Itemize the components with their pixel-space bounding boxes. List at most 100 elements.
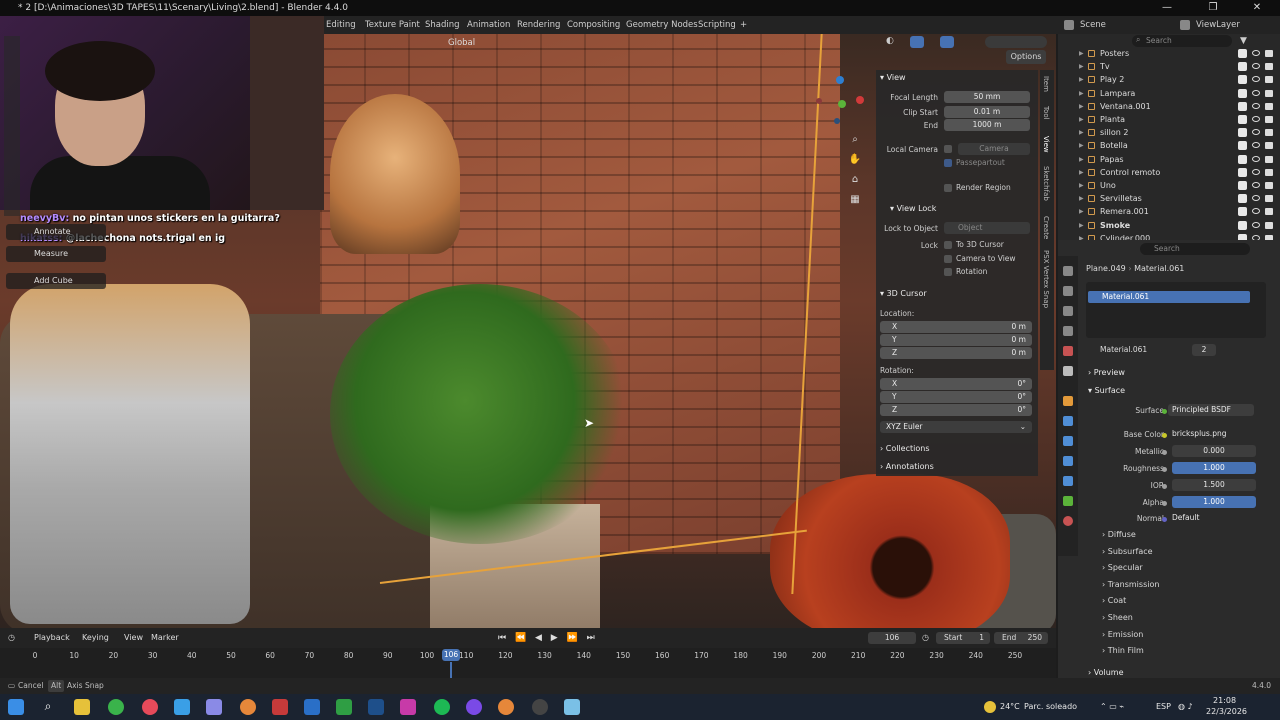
expand-arrow-icon[interactable]: ▶ bbox=[1079, 60, 1084, 73]
outliner-row[interactable]: ▶ Lampara bbox=[1058, 87, 1280, 100]
close-button[interactable]: ✕ bbox=[1234, 0, 1280, 16]
language-indicator[interactable]: ESP bbox=[1156, 702, 1171, 711]
visibility-eye-icon[interactable] bbox=[1252, 50, 1260, 56]
subsection-subsurface[interactable]: › Subsurface bbox=[1102, 547, 1153, 556]
outliner-row[interactable]: ▶ Ventana.001 bbox=[1058, 100, 1280, 113]
timeline-editor-icon[interactable]: ◷ bbox=[8, 628, 15, 648]
shading-mode-buttons[interactable] bbox=[985, 36, 1047, 48]
pycharm-icon[interactable] bbox=[336, 699, 352, 715]
cursor-rot-y-field[interactable]: Y 0° bbox=[880, 391, 1032, 403]
alpha-field[interactable]: 1.000 bbox=[1172, 496, 1256, 508]
view-layer-tab-icon[interactable] bbox=[1063, 326, 1073, 336]
clip-end-field[interactable]: 1000 m bbox=[944, 119, 1030, 131]
base-color-texture-field[interactable]: bricksplus.png bbox=[1168, 428, 1254, 440]
annotations-header[interactable]: › Annotations bbox=[880, 462, 934, 471]
outliner-row[interactable]: ▶ Uno bbox=[1058, 179, 1280, 192]
render-tab-icon[interactable] bbox=[1063, 286, 1073, 296]
clip-start-field[interactable]: 0.01 m bbox=[944, 106, 1030, 118]
tab-tool[interactable]: Tool bbox=[1042, 106, 1050, 120]
visibility-eye-icon[interactable] bbox=[1252, 116, 1260, 122]
tab-view[interactable]: View bbox=[1042, 136, 1050, 153]
outliner-row[interactable]: ▶ Tv bbox=[1058, 60, 1280, 73]
expand-arrow-icon[interactable]: ▶ bbox=[1079, 100, 1084, 113]
cursor-rot-x-field[interactable]: X 0° bbox=[880, 378, 1032, 390]
visibility-eye-icon[interactable] bbox=[1252, 76, 1260, 83]
visibility-icon[interactable]: ◐ bbox=[886, 36, 900, 48]
tab-sketchfab[interactable]: Sketchfab bbox=[1042, 166, 1050, 201]
material-tab-icon[interactable] bbox=[1063, 516, 1073, 526]
orientation-dropdown[interactable]: Global bbox=[448, 36, 508, 50]
lock-object-field[interactable]: Object bbox=[944, 222, 1030, 234]
gizmo-toggle-icon[interactable] bbox=[910, 36, 924, 48]
properties-search-input[interactable]: Search bbox=[1140, 243, 1250, 255]
search-icon[interactable]: ⌕ bbox=[40, 699, 56, 715]
clock-date[interactable]: 22/3/2026 bbox=[1206, 707, 1247, 716]
expand-arrow-icon[interactable]: ▶ bbox=[1079, 205, 1084, 218]
view-menu[interactable]: View bbox=[124, 628, 143, 648]
app-icon[interactable] bbox=[532, 699, 548, 715]
filter-icon[interactable]: ▼ bbox=[1240, 36, 1250, 46]
subsection-thin-film[interactable]: › Thin Film bbox=[1102, 646, 1144, 655]
exclude-checkbox[interactable] bbox=[1238, 141, 1247, 151]
metallic-field[interactable]: 0.000 bbox=[1172, 445, 1256, 457]
scene-selector[interactable]: Scene bbox=[1080, 16, 1106, 34]
tab-scripting[interactable]: Scripting bbox=[698, 16, 736, 34]
visibility-eye-icon[interactable] bbox=[1252, 63, 1260, 70]
visibility-eye-icon[interactable] bbox=[1252, 102, 1260, 109]
outliner-search-input[interactable]: Search bbox=[1132, 35, 1232, 47]
cursor-z-field[interactable]: Z0 m bbox=[880, 347, 1032, 359]
photoshop-icon[interactable] bbox=[304, 699, 320, 715]
camera-field[interactable]: Camera bbox=[958, 143, 1030, 155]
expand-arrow-icon[interactable]: ▶ bbox=[1079, 139, 1084, 152]
view-lock-header[interactable]: ▾ View Lock bbox=[890, 204, 936, 213]
subsection-emission[interactable]: › Emission bbox=[1102, 630, 1143, 639]
output-tab-icon[interactable] bbox=[1063, 306, 1073, 316]
constraints-tab-icon[interactable] bbox=[1063, 476, 1073, 486]
outliner-row[interactable]: ▶ Smoke bbox=[1058, 219, 1280, 232]
expand-arrow-icon[interactable]: ▶ bbox=[1079, 219, 1084, 232]
scene-tab-icon[interactable] bbox=[1063, 346, 1073, 356]
tray-icons[interactable]: ⌃ ▭ ⌁ bbox=[1100, 702, 1124, 711]
camera-to-view-checkbox[interactable] bbox=[944, 255, 952, 263]
outliner-row[interactable]: ▶ Remera.001 bbox=[1058, 205, 1280, 218]
render-camera-icon[interactable] bbox=[1265, 155, 1273, 163]
subsection-coat[interactable]: › Coat bbox=[1102, 596, 1126, 605]
render-camera-icon[interactable] bbox=[1265, 195, 1273, 203]
maximize-button[interactable]: ❐ bbox=[1190, 0, 1236, 16]
cursor-y-field[interactable]: Y0 m bbox=[880, 334, 1032, 346]
outliner-row[interactable]: ▶ Planta bbox=[1058, 113, 1280, 126]
visibility-eye-icon[interactable] bbox=[1252, 208, 1260, 215]
playback-controls[interactable]: ⏮ ⏪ ◀ ▶ ⏩ ⏭ bbox=[498, 628, 598, 648]
expand-arrow-icon[interactable]: ▶ bbox=[1079, 113, 1084, 126]
world-tab-icon[interactable] bbox=[1063, 366, 1073, 376]
render-camera-icon[interactable] bbox=[1265, 116, 1273, 123]
preview-section-header[interactable]: › Preview bbox=[1088, 368, 1125, 377]
surface-section-header[interactable]: ▾ Surface bbox=[1088, 386, 1125, 395]
visibility-eye-icon[interactable] bbox=[1252, 182, 1260, 188]
exclude-checkbox[interactable] bbox=[1238, 207, 1247, 217]
exclude-checkbox[interactable] bbox=[1238, 154, 1247, 164]
tab-item[interactable]: Item bbox=[1042, 76, 1050, 92]
render-camera-icon[interactable] bbox=[1265, 129, 1273, 137]
visibility-eye-icon[interactable] bbox=[1252, 142, 1260, 149]
visibility-eye-icon[interactable] bbox=[1252, 168, 1260, 175]
current-frame-field[interactable]: 106 bbox=[868, 632, 916, 644]
render-camera-icon[interactable] bbox=[1265, 221, 1273, 229]
render-region-checkbox[interactable] bbox=[944, 184, 952, 192]
exclude-checkbox[interactable] bbox=[1238, 220, 1247, 230]
opera-icon[interactable] bbox=[142, 699, 158, 715]
visibility-eye-icon[interactable] bbox=[1252, 221, 1260, 228]
roughness-field[interactable]: 1.000 bbox=[1172, 462, 1256, 474]
chrome-icon[interactable] bbox=[108, 699, 124, 715]
exclude-checkbox[interactable] bbox=[1238, 101, 1247, 111]
outliner-row[interactable]: ▶ sillon 2 bbox=[1058, 126, 1280, 139]
rotation-lock-checkbox[interactable] bbox=[944, 268, 952, 276]
visibility-eye-icon[interactable] bbox=[1252, 89, 1260, 96]
tool-tab-icon[interactable] bbox=[1063, 266, 1073, 276]
local-camera-checkbox[interactable] bbox=[944, 145, 952, 153]
tab-geometry-nodes[interactable]: Geometry Nodes bbox=[626, 16, 698, 34]
add-workspace-button[interactable]: + bbox=[740, 16, 747, 34]
rotation-mode-dropdown[interactable]: XYZ Euler ⌄ bbox=[880, 421, 1032, 433]
render-camera-icon[interactable] bbox=[1265, 142, 1273, 150]
viewport-nav-icons[interactable]: ⌕ ✋ ⌂ ▦ bbox=[848, 130, 862, 205]
